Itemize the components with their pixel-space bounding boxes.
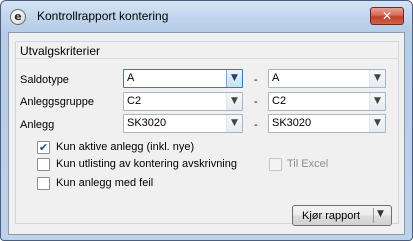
chevron-down-icon[interactable]: ▼ bbox=[226, 70, 242, 87]
run-report-label: Kjør rapport bbox=[302, 210, 361, 222]
anlegg-from-dropdown[interactable]: SK3020 ▼ bbox=[123, 114, 243, 133]
saldotype-to-value: A bbox=[272, 72, 280, 84]
chevron-down-icon[interactable]: ▼ bbox=[226, 115, 242, 132]
group-header: Utvalgskriterier bbox=[16, 42, 398, 59]
chevron-down-icon[interactable]: ▼ bbox=[369, 115, 385, 132]
anlegg-from-value: SK3020 bbox=[127, 117, 167, 129]
depreciation-listing-label[interactable]: Kun utlisting av kontering avskrivning bbox=[56, 158, 237, 170]
range-separator: - bbox=[254, 74, 258, 86]
to-excel-checkbox bbox=[269, 158, 282, 171]
split-divider bbox=[373, 208, 374, 223]
saldotype-from-dropdown[interactable]: A ▼ bbox=[123, 69, 243, 88]
anleggsgruppe-label: Anleggsgruppe bbox=[20, 96, 95, 108]
dialog-window: e Kontrollrapport kontering ✕ Utvalgskri… bbox=[0, 0, 413, 241]
run-report-button[interactable]: Kjør rapport ▼ bbox=[292, 205, 392, 226]
chevron-down-icon[interactable]: ▼ bbox=[369, 93, 385, 110]
chevron-down-icon[interactable]: ▼ bbox=[377, 209, 384, 219]
chevron-down-icon[interactable]: ▼ bbox=[369, 70, 385, 87]
anlegg-label: Anlegg bbox=[20, 119, 55, 131]
saldotype-to-dropdown[interactable]: A ▼ bbox=[268, 69, 386, 88]
selection-criteria-group: Utvalgskriterier Saldotype A ▼ - A ▼ Anl… bbox=[15, 41, 399, 224]
errors-only-checkbox[interactable] bbox=[37, 177, 50, 190]
anleggsgruppe-to-dropdown[interactable]: C2 ▼ bbox=[268, 92, 386, 111]
group-title: Utvalgskriterier bbox=[20, 44, 101, 58]
title-bar[interactable]: e Kontrollrapport kontering ✕ bbox=[1, 1, 412, 31]
range-separator: - bbox=[254, 96, 258, 108]
dialog-body: Utvalgskriterier Saldotype A ▼ - A ▼ Anl… bbox=[8, 32, 405, 235]
range-separator: - bbox=[254, 119, 258, 131]
saldotype-label: Saldotype bbox=[20, 74, 69, 86]
app-logo-icon: e bbox=[10, 9, 26, 25]
anlegg-to-value: SK3020 bbox=[272, 117, 312, 129]
depreciation-listing-checkbox[interactable] bbox=[37, 158, 50, 171]
active-assets-checkbox[interactable]: ✔ bbox=[37, 141, 50, 154]
anlegg-to-dropdown[interactable]: SK3020 ▼ bbox=[268, 114, 386, 133]
anleggsgruppe-to-value: C2 bbox=[272, 95, 287, 107]
errors-only-label[interactable]: Kun anlegg med feil bbox=[56, 177, 153, 189]
chevron-down-icon[interactable]: ▼ bbox=[226, 93, 242, 110]
active-assets-label[interactable]: Kun aktive anlegg (inkl. nye) bbox=[56, 141, 194, 153]
to-excel-label: Til Excel bbox=[287, 158, 329, 170]
window-title: Kontrollrapport kontering bbox=[37, 9, 169, 23]
saldotype-from-value: A bbox=[127, 72, 135, 84]
anleggsgruppe-from-value: C2 bbox=[127, 95, 142, 107]
anleggsgruppe-from-dropdown[interactable]: C2 ▼ bbox=[123, 92, 243, 111]
close-button[interactable]: ✕ bbox=[370, 7, 404, 25]
